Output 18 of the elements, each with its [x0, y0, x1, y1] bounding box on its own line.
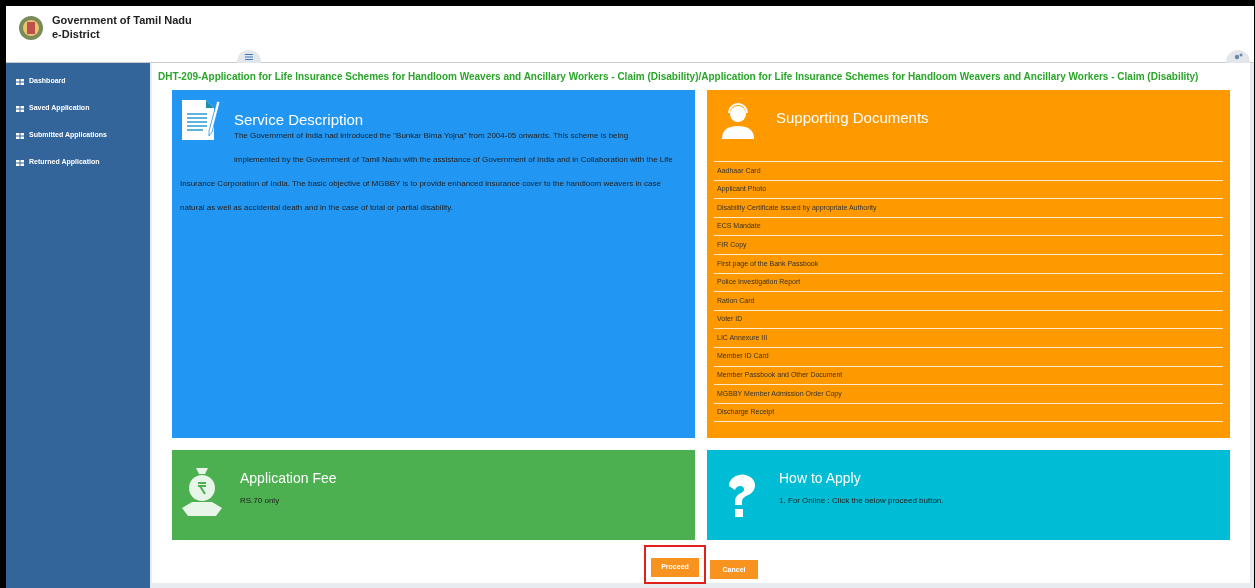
page-title: DHT-209-Application for Life Insurance Schemes for Handloom Weavers and Ancillary Workers - Claim (Disability)/Application for Life Insurance Schemes for Handloom Weavers and Ancillary Workers - Claim (Disability) — [158, 70, 1200, 84]
emblem-icon — [18, 14, 44, 42]
user-headset-icon — [720, 103, 756, 139]
menu-toggle-icon[interactable] — [237, 50, 261, 63]
site-subtitle: e-District — [52, 28, 101, 42]
instruction-text: 1. For Online : Click the below proceed button. — [779, 495, 944, 507]
grid-icon — [16, 105, 24, 112]
card-title: Supporting Documents — [776, 108, 929, 128]
description-text: The Government of India had introduced the "Bunkar Bima Yojna" from 2004-05 onwards. This scheme is being implemented by the Government of Tamil Nadu with the assistance of Government of India and in Collaboration with the Life Insurance Corporation of India. The basic objective of MGBBY is to provide enhanced insurance cover to the handloom weavers in case natural as well as accidental death and in the case of total or partial disability. — [180, 130, 674, 214]
grid-icon — [16, 132, 24, 139]
site-title: Government of Tamil Nadu — [52, 14, 192, 28]
fee-amount: RS.70 only — [240, 495, 281, 507]
card-title: How to Apply — [779, 469, 862, 488]
card-title: Application Fee — [240, 469, 337, 488]
grid-icon — [16, 78, 24, 85]
settings-icon[interactable] — [1226, 50, 1250, 63]
card-title: Service Description — [234, 111, 364, 128]
grid-icon — [16, 159, 24, 166]
